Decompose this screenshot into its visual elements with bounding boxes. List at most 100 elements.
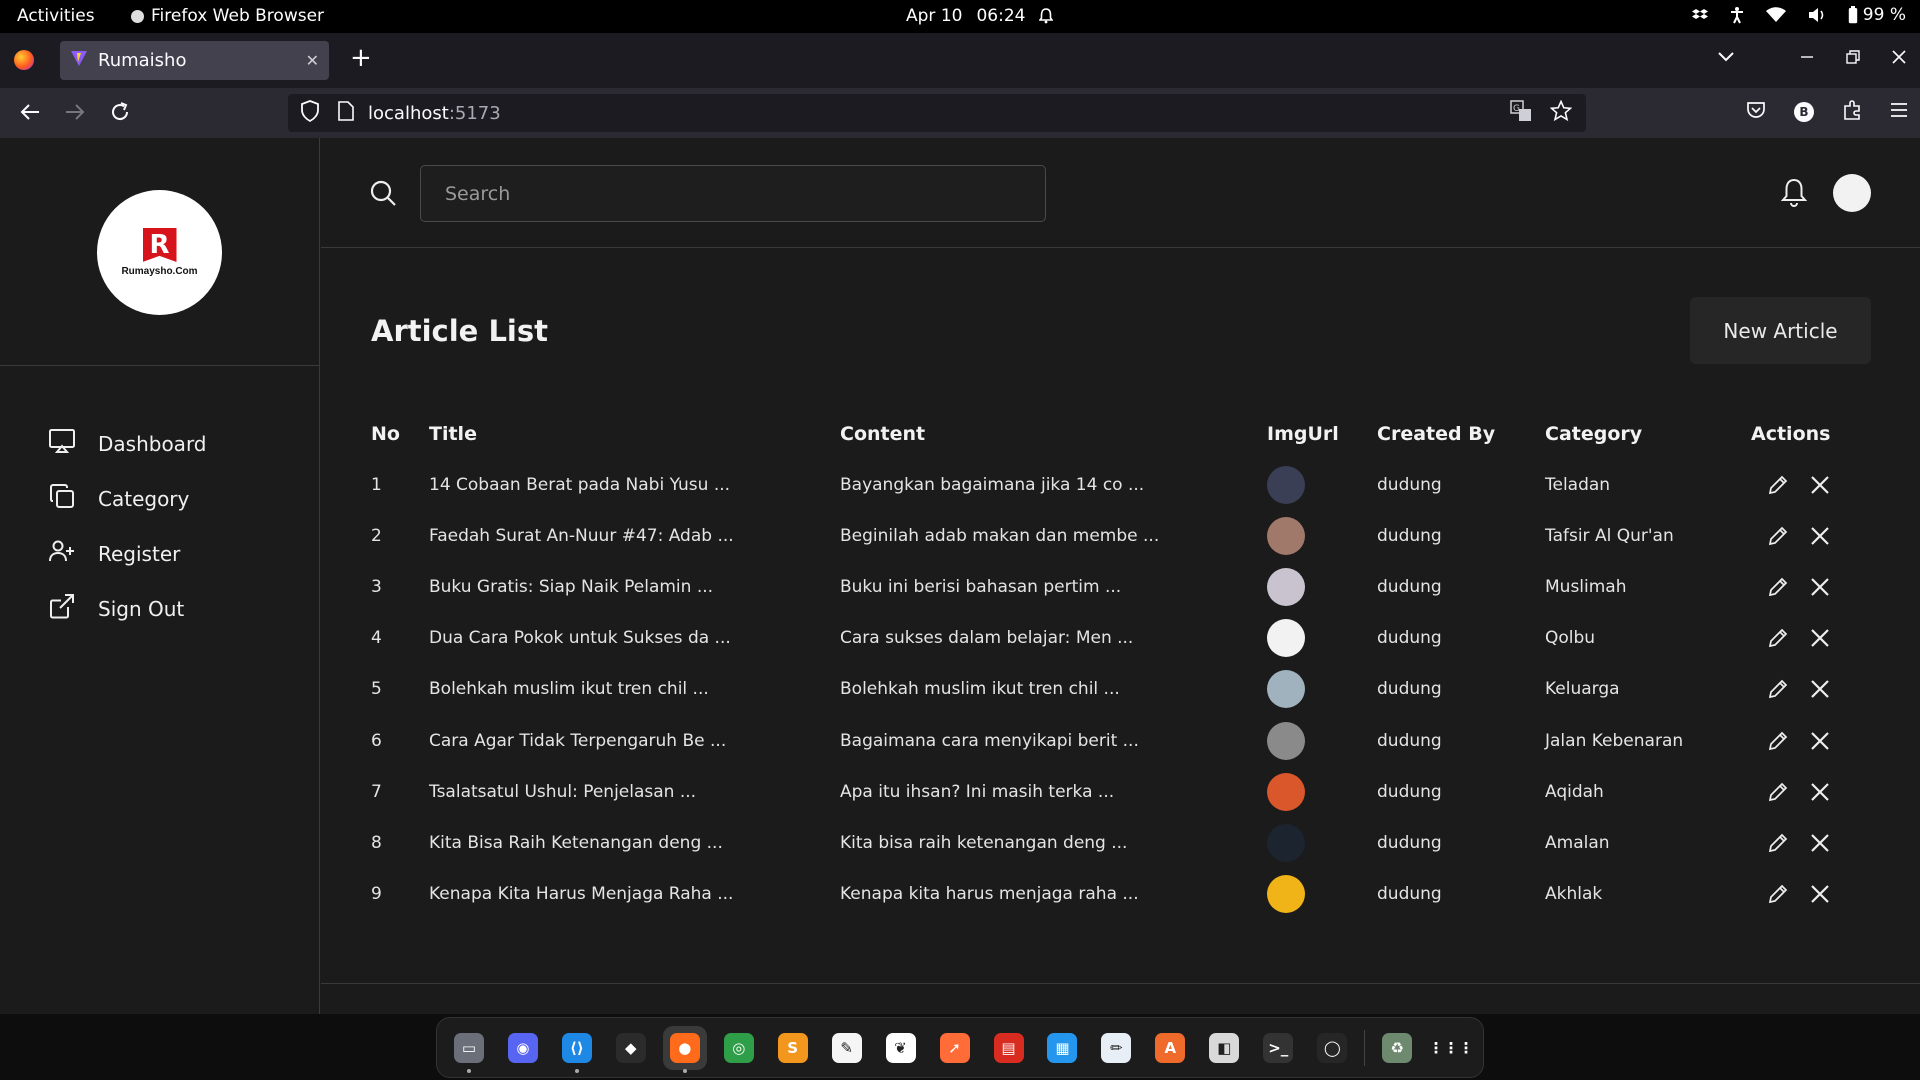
cell-title: Kita Bisa Raih Ketenangan deng ...	[429, 832, 723, 853]
system-tray[interactable]: 99 %	[1691, 5, 1906, 25]
clock[interactable]: Apr 10 06:24	[906, 6, 1054, 26]
url-bar[interactable]: localhost:5173 G	[288, 94, 1586, 132]
sidebar-item-category[interactable]: Category	[48, 471, 207, 526]
pencil-icon[interactable]	[1768, 679, 1788, 699]
dock-app-postman[interactable]: ➚	[933, 1026, 977, 1070]
delete-x-icon[interactable]	[1810, 577, 1830, 597]
delete-x-icon[interactable]	[1810, 731, 1830, 751]
app-root: R Rumaysho.Com Dashboard Category Regist…	[0, 138, 1920, 1014]
article-thumbnail[interactable]	[1267, 772, 1305, 811]
delete-x-icon[interactable]	[1810, 833, 1830, 853]
tab-rumaisho[interactable]: Rumaisho ✕	[60, 41, 329, 80]
dock-app-chrome[interactable]: ◎	[717, 1026, 761, 1070]
dock-app-dbeaver[interactable]: ◧	[1202, 1026, 1246, 1070]
article-thumbnail[interactable]	[1267, 823, 1305, 862]
close-window-icon[interactable]	[1892, 49, 1906, 68]
pencil-icon[interactable]	[1768, 782, 1788, 802]
battery-indicator[interactable]: 99 %	[1848, 5, 1906, 25]
dock-app-text-editor[interactable]: ✏	[1094, 1026, 1138, 1070]
pencil-icon[interactable]	[1768, 731, 1788, 751]
sidebar: R Rumaysho.Com Dashboard Category Regist…	[0, 138, 320, 1014]
article-thumbnail[interactable]	[1267, 465, 1305, 504]
column-header-category: Category	[1545, 423, 1643, 445]
article-thumbnail[interactable]	[1267, 619, 1305, 658]
alarm-icon	[1039, 8, 1054, 24]
pencil-icon[interactable]	[1768, 475, 1788, 495]
dock-app-docker[interactable]: ▦	[1040, 1026, 1084, 1070]
shield-icon[interactable]	[300, 99, 320, 127]
sidebar-item-dashboard[interactable]: Dashboard	[48, 416, 207, 471]
delete-x-icon[interactable]	[1810, 475, 1830, 495]
article-thumbnail[interactable]	[1267, 516, 1305, 555]
sidebar-item-label: Category	[98, 486, 190, 511]
search-input[interactable]	[420, 165, 1046, 222]
article-thumbnail[interactable]	[1267, 567, 1305, 606]
running-indicator	[682, 1068, 687, 1073]
search-icon[interactable]	[369, 179, 397, 211]
extensions-icon[interactable]	[1842, 100, 1862, 124]
close-tab-icon[interactable]: ✕	[306, 51, 319, 70]
dock-app-trash[interactable]: ♻	[1375, 1026, 1419, 1070]
dock-app-software-center[interactable]: A	[1148, 1026, 1192, 1070]
delete-x-icon[interactable]	[1810, 782, 1830, 802]
dock-app-discord[interactable]: ◉	[501, 1026, 545, 1070]
app-menu[interactable]: Firefox Web Browser	[131, 6, 324, 26]
pencil-icon[interactable]	[1768, 526, 1788, 546]
dock-app-redis[interactable]: ▤	[987, 1026, 1031, 1070]
pocket-icon[interactable]	[1746, 101, 1766, 123]
dock-app-inkscape[interactable]: ✎	[825, 1026, 869, 1070]
delete-x-icon[interactable]	[1810, 679, 1830, 699]
delete-x-icon[interactable]	[1810, 884, 1830, 904]
dock-app-obs[interactable]: ◯	[1310, 1026, 1354, 1070]
bell-icon[interactable]	[1780, 177, 1808, 211]
pencil-icon[interactable]	[1768, 577, 1788, 597]
sidebar-item-register[interactable]: Register	[48, 526, 207, 581]
menu-hamburger-icon[interactable]	[1890, 102, 1908, 122]
dock-app-sublime[interactable]: S	[771, 1026, 815, 1070]
article-thumbnail[interactable]	[1267, 875, 1305, 914]
new-tab-button[interactable]: +	[350, 45, 372, 71]
cell-imgurl	[1257, 766, 1367, 817]
cell-actions	[1741, 459, 1861, 510]
logo[interactable]: R Rumaysho.Com	[97, 190, 222, 315]
dock-app-terminal[interactable]: >_	[1256, 1026, 1300, 1070]
url-text[interactable]: localhost:5173	[368, 103, 501, 124]
dock-app-mongodb[interactable]: ❦	[879, 1026, 923, 1070]
pencil-icon[interactable]	[1768, 833, 1788, 853]
delete-x-icon[interactable]	[1810, 526, 1830, 546]
article-thumbnail[interactable]	[1267, 721, 1305, 760]
dropbox-icon[interactable]	[1691, 8, 1708, 22]
wifi-icon[interactable]	[1765, 7, 1786, 23]
figma-icon: ◆	[615, 1032, 646, 1063]
sidebar-item-sign-out[interactable]: Sign Out	[48, 581, 207, 636]
activities-button[interactable]: Activities	[17, 6, 95, 26]
list-all-tabs-icon[interactable]	[1718, 47, 1734, 66]
dock-app-figma[interactable]: ◆	[609, 1026, 653, 1070]
volume-icon[interactable]	[1808, 7, 1826, 23]
firefox-view-icon[interactable]	[14, 50, 34, 70]
new-article-button[interactable]: New Article	[1690, 297, 1871, 364]
minimize-icon[interactable]	[1800, 49, 1814, 68]
accessibility-icon[interactable]	[1730, 6, 1744, 24]
cell-title: 14 Cobaan Berat pada Nabi Yusu ...	[429, 474, 731, 495]
forward-icon[interactable]	[64, 101, 86, 127]
pencil-icon[interactable]	[1768, 628, 1788, 648]
restore-icon[interactable]	[1846, 49, 1860, 68]
cell-created-by: dudung	[1377, 628, 1442, 649]
files-icon: ▭	[453, 1032, 484, 1063]
avatar[interactable]	[1833, 174, 1871, 212]
reload-icon[interactable]	[109, 101, 131, 127]
back-icon[interactable]	[19, 101, 41, 127]
cell-content: Kenapa kita harus menjaga raha ...	[840, 884, 1139, 905]
translate-icon[interactable]: G	[1510, 99, 1532, 127]
pencil-icon[interactable]	[1768, 884, 1788, 904]
dock-app-show-apps[interactable]: ⋮⋮⋮	[1429, 1026, 1474, 1070]
dock-app-files[interactable]: ▭	[447, 1026, 491, 1073]
article-thumbnail[interactable]	[1267, 670, 1305, 709]
delete-x-icon[interactable]	[1810, 628, 1830, 648]
profile-badge[interactable]: B	[1794, 102, 1814, 122]
page-icon[interactable]	[338, 100, 354, 126]
dock-app-vscode[interactable]: ⟨⟩	[555, 1026, 599, 1073]
dock-app-firefox[interactable]: ●	[662, 1025, 707, 1073]
bookmark-star-icon[interactable]	[1549, 99, 1573, 127]
